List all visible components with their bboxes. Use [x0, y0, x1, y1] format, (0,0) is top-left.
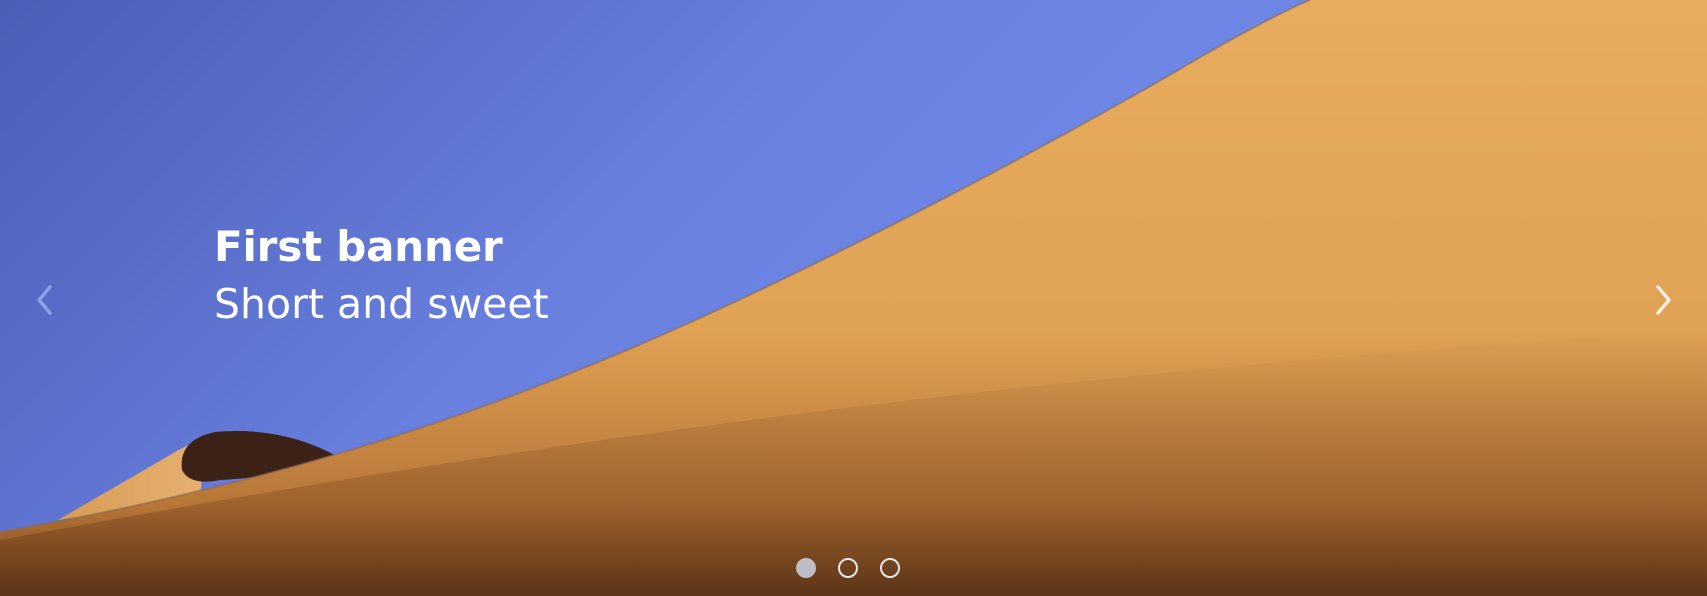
slide-indicator-1[interactable] [796, 558, 816, 578]
slide-indicators [796, 558, 900, 578]
slide-indicator-3[interactable] [880, 558, 900, 578]
next-slide-button[interactable] [1642, 278, 1686, 322]
banner-title: First banner [214, 222, 503, 271]
banner-subtitle: Short and sweet [214, 280, 549, 328]
chevron-left-icon [37, 285, 52, 315]
banner-carousel: First banner Short and sweet [0, 0, 1707, 596]
chevron-right-icon [1656, 285, 1671, 315]
previous-slide-button[interactable] [22, 278, 66, 322]
slide-indicator-2[interactable] [838, 558, 858, 578]
banner-caption: First banner Short and sweet [214, 226, 549, 325]
